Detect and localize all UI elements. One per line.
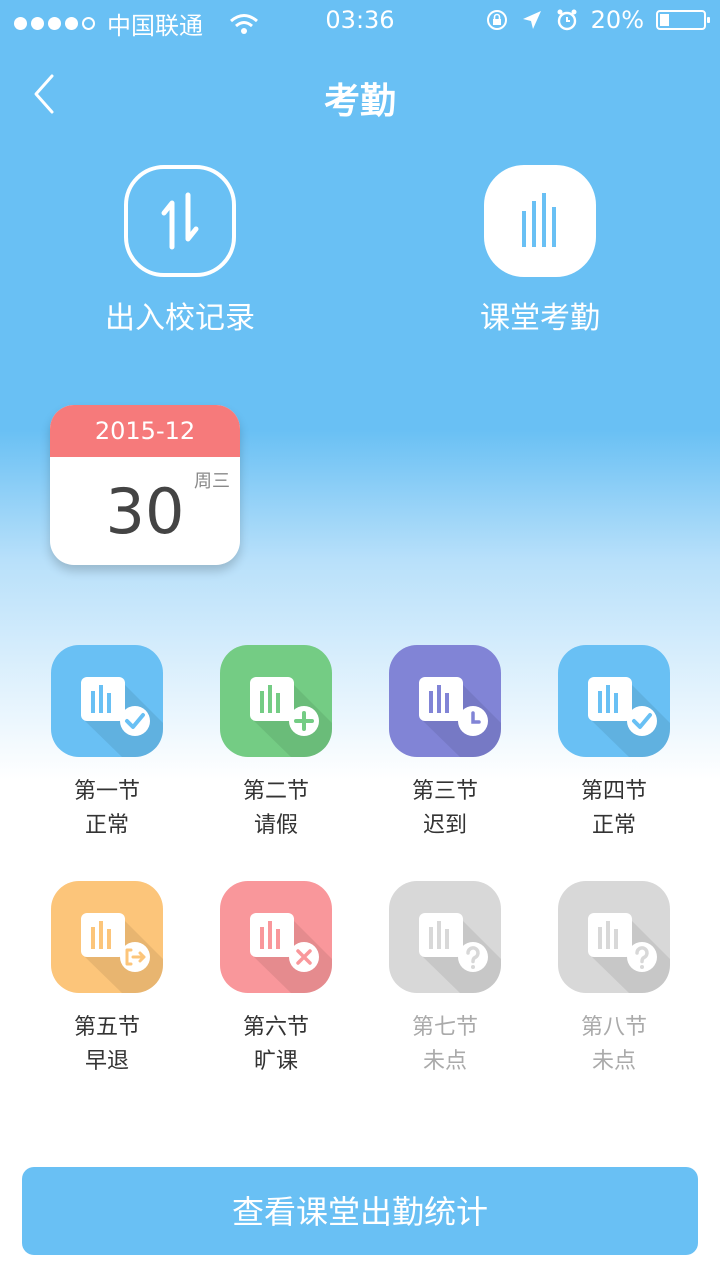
rotation-lock-icon <box>486 10 507 30</box>
swap-arrows-icon <box>124 165 236 277</box>
lesson-item[interactable]: 第二节 请假 <box>201 645 351 843</box>
lesson-status: 未点 <box>591 1049 636 1074</box>
lesson-label: 第六节 旷课 <box>201 1011 351 1079</box>
lesson-name: 第四节 <box>580 779 647 804</box>
lesson-item[interactable]: 第七节 未点 <box>370 881 520 1079</box>
lesson-status: 正常 <box>84 813 129 838</box>
battery-icon <box>656 10 710 30</box>
lesson-name: 第二节 <box>242 779 309 804</box>
lesson-name: 第八节 <box>580 1015 647 1040</box>
lesson-status-icon <box>558 645 670 757</box>
lesson-status-icon <box>389 881 501 993</box>
lesson-status: 早退 <box>84 1049 129 1074</box>
alarm-icon <box>557 9 577 31</box>
lesson-item[interactable]: 第五节 早退 <box>32 881 182 1079</box>
battery-percent: 20% <box>590 6 644 34</box>
calendar-weekday: 周三 <box>194 471 230 492</box>
calendar-month: 2015-12 <box>50 405 240 457</box>
entry-exit-record-label: 出入校记录 <box>105 301 255 336</box>
location-icon <box>522 11 541 29</box>
lesson-status-icon <box>51 881 163 993</box>
lesson-status-icon <box>389 645 501 757</box>
class-attendance-label: 课堂考勤 <box>480 301 600 336</box>
entry-exit-record-button[interactable]: 出入校记录 <box>80 165 280 337</box>
lesson-status: 请假 <box>253 813 298 838</box>
lesson-label: 第八节 未点 <box>539 1011 689 1079</box>
class-attendance-button[interactable]: 课堂考勤 <box>440 165 640 337</box>
lesson-name: 第五节 <box>73 1015 140 1040</box>
lesson-label: 第四节 正常 <box>539 775 689 843</box>
lesson-status-icon <box>220 881 332 993</box>
lesson-item[interactable]: 第一节 正常 <box>32 645 182 843</box>
status-bar: 中国联通 03:36 20% <box>0 0 720 40</box>
status-right: 20% <box>485 6 710 34</box>
lesson-label: 第七节 未点 <box>370 1011 520 1079</box>
lesson-name: 第一节 <box>73 779 140 804</box>
lesson-item[interactable]: 第六节 旷课 <box>201 881 351 1079</box>
bars-icon <box>484 165 596 277</box>
date-calendar-card[interactable]: 2015-12 30 周三 <box>50 405 240 565</box>
lesson-status: 旷课 <box>253 1049 298 1074</box>
lesson-item[interactable]: 第八节 未点 <box>539 881 689 1079</box>
lesson-item[interactable]: 第四节 正常 <box>539 645 689 843</box>
lesson-name: 第七节 <box>411 1015 478 1040</box>
lesson-label: 第二节 请假 <box>201 775 351 843</box>
lesson-label: 第五节 早退 <box>32 1011 182 1079</box>
lesson-status-icon <box>51 645 163 757</box>
lesson-status-icon <box>220 645 332 757</box>
page-title: 考勤 <box>323 81 396 122</box>
lesson-label: 第三节 迟到 <box>370 775 520 843</box>
lesson-status: 未点 <box>422 1049 467 1074</box>
lesson-label: 第一节 正常 <box>32 775 182 843</box>
lesson-status-icon <box>558 881 670 993</box>
view-attendance-stats-button[interactable]: 查看课堂出勤统计 <box>22 1167 698 1255</box>
lesson-name: 第三节 <box>411 779 478 804</box>
lesson-status: 迟到 <box>422 813 467 838</box>
lesson-name: 第六节 <box>242 1015 309 1040</box>
lesson-item[interactable]: 第三节 迟到 <box>370 645 520 843</box>
lesson-status: 正常 <box>591 813 636 838</box>
nav-bar: 考勤 <box>0 60 720 130</box>
